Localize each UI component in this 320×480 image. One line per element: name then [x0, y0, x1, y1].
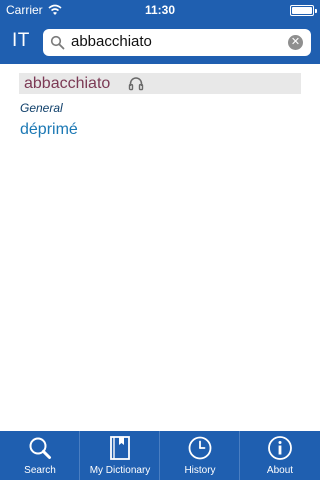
clock-time: 11:30	[144, 3, 176, 17]
battery-icon	[290, 5, 317, 16]
tab-label: My Dictionary	[89, 465, 151, 476]
search-icon	[50, 35, 65, 50]
headphones-icon[interactable]	[128, 76, 144, 91]
entry-view: abbacchiato General déprimé	[0, 64, 320, 431]
language-switch-button[interactable]: IT	[12, 30, 30, 52]
tab-label: About	[266, 465, 294, 476]
headword-row: abbacchiato	[19, 73, 301, 94]
headword: abbacchiato	[24, 75, 111, 92]
category-label: General	[20, 101, 63, 115]
tab-history[interactable]: History	[160, 431, 240, 480]
info-icon	[268, 436, 292, 460]
tab-my-dictionary[interactable]: My Dictionary	[80, 431, 160, 480]
tab-label: Search	[24, 465, 56, 476]
clear-icon[interactable]: ✕	[288, 35, 303, 50]
translation-link[interactable]: déprimé	[20, 121, 78, 139]
tab-about[interactable]: About	[240, 431, 320, 480]
top-bar: Carrier 11:30 IT abbacchiato ✕	[0, 0, 320, 64]
tab-bar: Search My Dictionary History About	[0, 431, 320, 480]
book-icon	[110, 436, 130, 460]
status-bar: Carrier 11:30	[0, 0, 320, 20]
clock-icon	[188, 436, 212, 460]
search-input[interactable]: abbacchiato	[71, 33, 152, 50]
tab-search[interactable]: Search	[0, 431, 80, 480]
tab-label: History	[184, 465, 216, 476]
search-icon	[29, 437, 51, 459]
search-field[interactable]: abbacchiato ✕	[43, 29, 311, 56]
